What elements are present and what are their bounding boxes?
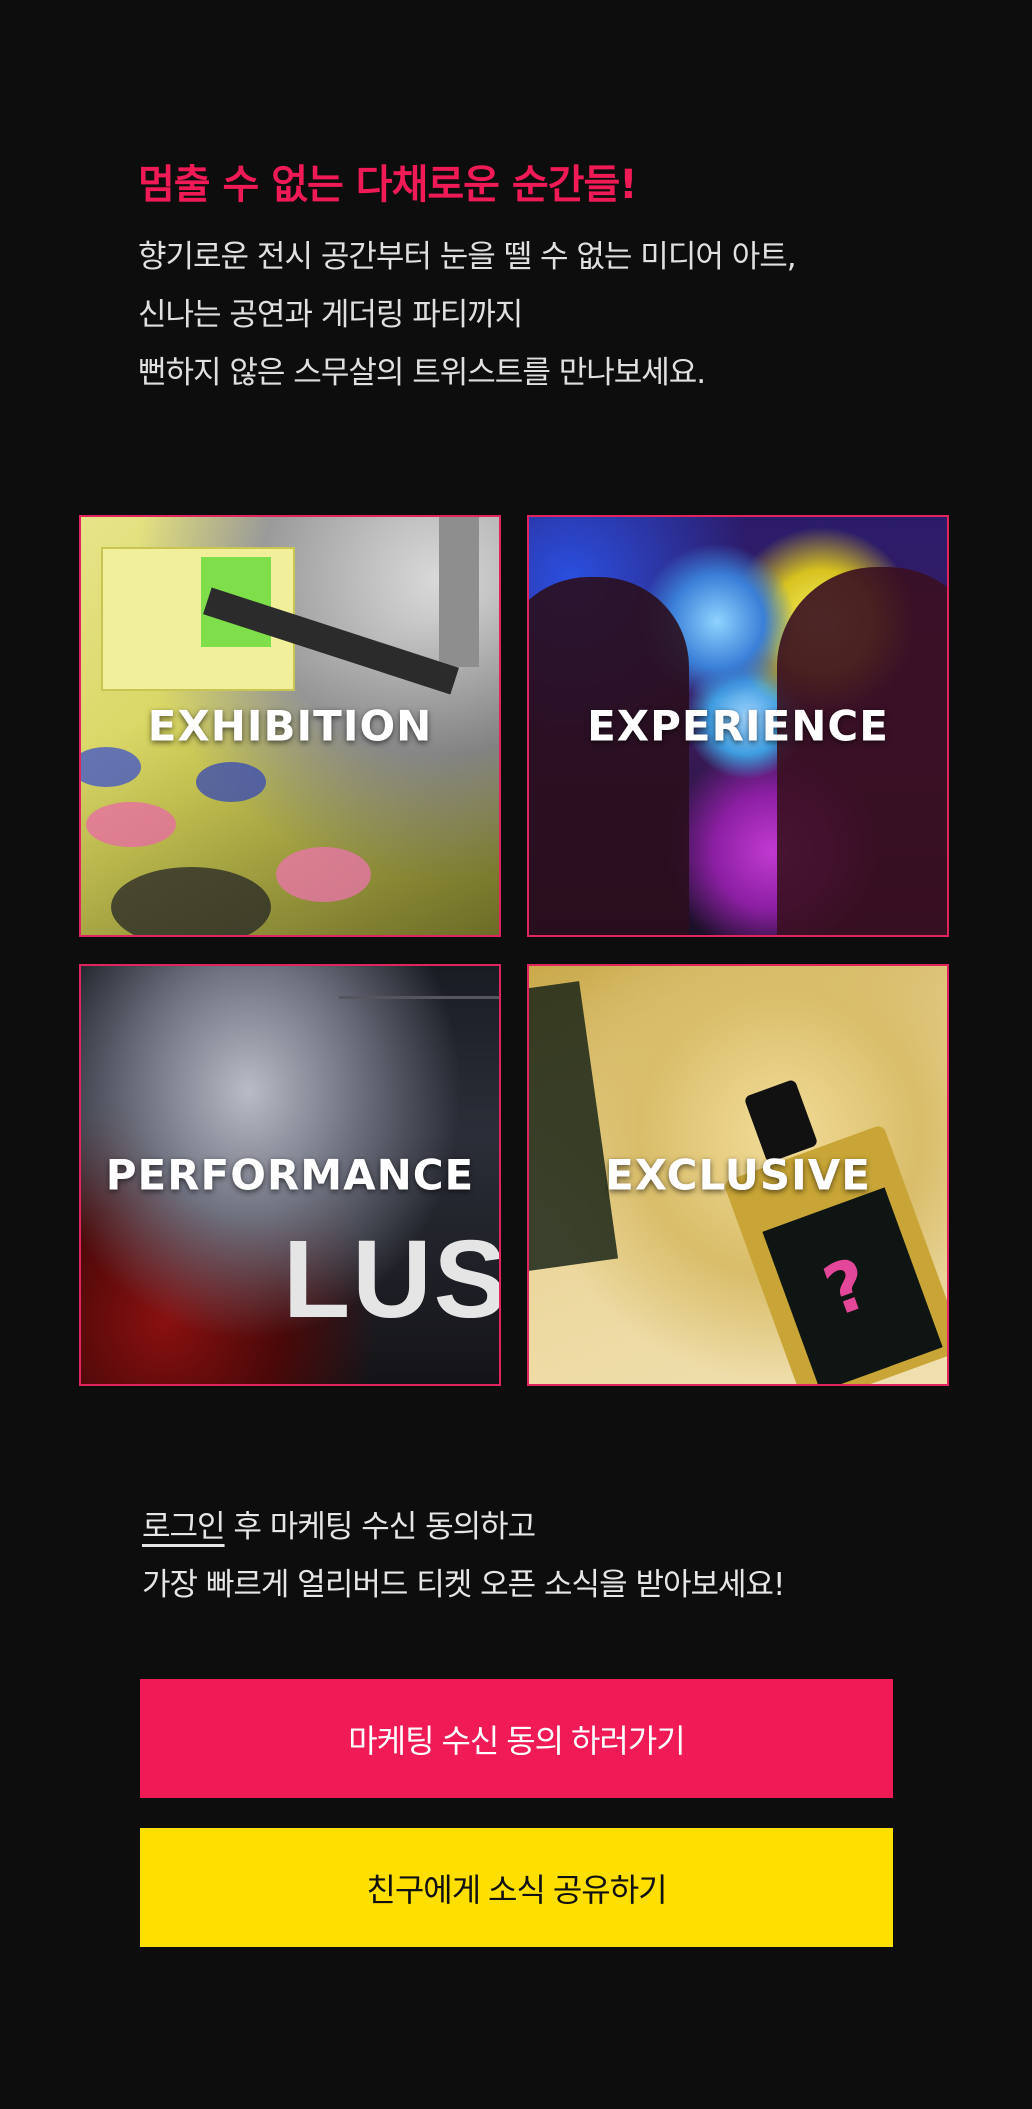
notice-line-2: 가장 빠르게 얼리버드 티켓 오픈 소식을 받아보세요! [142,1567,785,1603]
tile-label: EXPERIENCE [587,701,889,751]
tile-exclusive[interactable]: ? EXCLUSIVE [527,964,949,1386]
intro-line-2: 신나는 공연과 게더링 파티까지 [138,297,523,333]
program-grid: EXHIBITION EXPERIENCE LUS PERFORMANCE ? … [79,515,953,1390]
intro-line-1: 향기로운 전시 공간부터 눈을 뗄 수 없는 미디어 아트, [138,239,797,275]
notice-line-1: 로그인 후 마케팅 수신 동의하고 [142,1498,942,1556]
login-link[interactable]: 로그인 [142,1509,226,1545]
share-with-friend-button[interactable]: 친구에게 소식 공유하기 [140,1828,893,1947]
tile-label: EXCLUSIVE [605,1150,871,1200]
marketing-consent-button[interactable]: 마케팅 수신 동의 하러가기 [140,1679,893,1798]
notice-line-1-text: 후 마케팅 수신 동의하고 [224,1509,536,1545]
tile-label: PERFORMANCE [105,1150,475,1200]
tile-experience[interactable]: EXPERIENCE [527,515,949,937]
marketing-notice: 로그인 후 마케팅 수신 동의하고 가장 빠르게 얼리버드 티켓 오픈 소식을 … [142,1498,942,1614]
intro-text: 향기로운 전시 공간부터 눈을 뗄 수 없는 미디어 아트, 신나는 공연과 게… [138,228,958,402]
intro-line-3: 뻔하지 않은 스무살의 트위스트를 만나보세요. [138,355,706,391]
section-headline: 멈출 수 없는 다채로운 순간들! [138,162,638,208]
tile-exhibition[interactable]: EXHIBITION [79,515,501,937]
tile-label: EXHIBITION [147,701,433,751]
tile-performance[interactable]: LUS PERFORMANCE [79,964,501,1386]
